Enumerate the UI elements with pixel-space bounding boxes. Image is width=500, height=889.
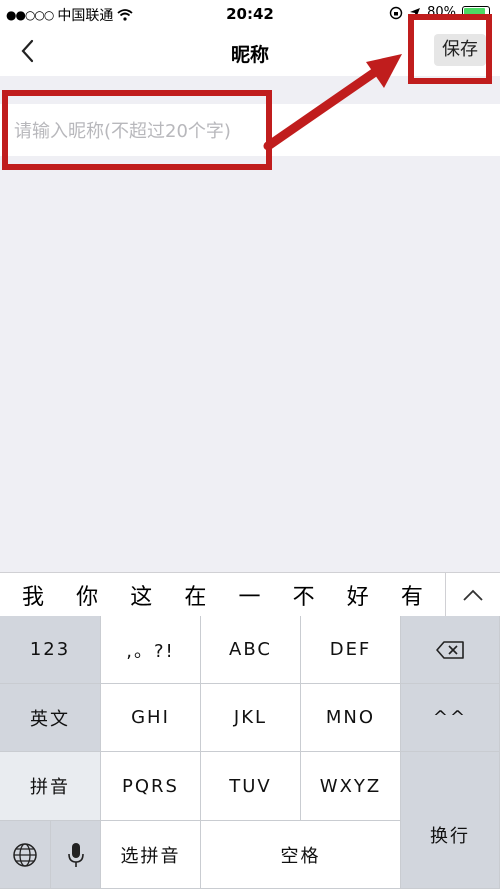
space-key[interactable]: 空格 xyxy=(201,821,401,889)
candidate-item[interactable]: 你 xyxy=(67,579,107,611)
key-punctuation[interactable]: ,。?! xyxy=(101,616,201,684)
microphone-key[interactable] xyxy=(51,821,101,889)
key-emoticon[interactable]: ^^ xyxy=(401,684,500,752)
key-english[interactable]: 英文 xyxy=(0,684,101,752)
key-tuv[interactable]: TUV xyxy=(201,752,301,821)
key-mno[interactable]: MNO xyxy=(301,684,401,752)
candidate-item[interactable]: 不 xyxy=(284,579,324,611)
backspace-key[interactable] xyxy=(401,616,500,684)
backspace-icon xyxy=(436,640,464,659)
key-ghi[interactable]: GHI xyxy=(101,684,201,752)
candidate-item[interactable]: 这 xyxy=(121,579,161,611)
key-pinyin[interactable]: 拼音 xyxy=(0,752,101,821)
candidate-item[interactable]: 好 xyxy=(338,579,378,611)
keyboard: 123 ,。?! ABC DEF 英文 GHI JKL MNO ^^ 拼音 PQ… xyxy=(0,616,500,889)
candidate-bar: 我 你 这 在 一 不 好 有 xyxy=(0,572,500,617)
key-abc[interactable]: ABC xyxy=(201,616,301,684)
key-def[interactable]: DEF xyxy=(301,616,401,684)
key-pqrs[interactable]: PQRS xyxy=(101,752,201,821)
candidate-item[interactable]: 我 xyxy=(13,579,53,611)
candidate-list: 我 你 这 在 一 不 好 有 xyxy=(0,579,445,611)
key-jkl[interactable]: JKL xyxy=(201,684,301,752)
candidate-item[interactable]: 有 xyxy=(392,579,432,611)
key-wxyz[interactable]: WXYZ xyxy=(301,752,401,821)
globe-key[interactable] xyxy=(0,821,51,889)
candidate-item[interactable]: 一 xyxy=(230,579,270,611)
chevron-up-icon xyxy=(463,589,483,601)
key-123[interactable]: 123 xyxy=(0,616,101,684)
globe-icon xyxy=(13,842,37,867)
candidate-item[interactable]: 在 xyxy=(175,579,215,611)
key-select-pinyin[interactable]: 选拼音 xyxy=(101,821,201,889)
expand-candidates-button[interactable] xyxy=(445,573,500,617)
return-key[interactable]: 换行 xyxy=(401,752,500,889)
microphone-icon xyxy=(67,842,84,867)
annotation-arrow xyxy=(263,54,402,151)
